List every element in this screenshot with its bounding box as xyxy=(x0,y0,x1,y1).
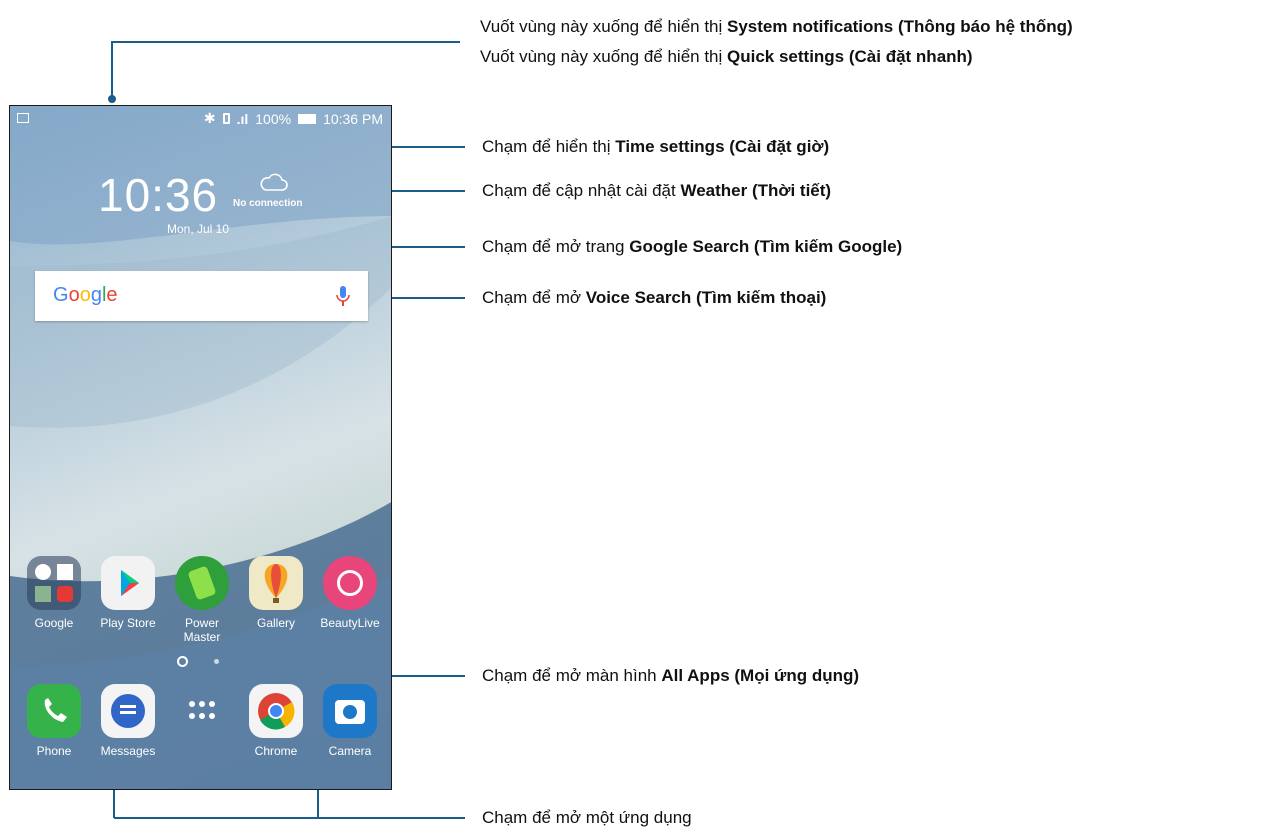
google-folder-icon xyxy=(27,556,81,610)
play-store-icon xyxy=(101,556,155,610)
battery-level: 100% xyxy=(255,110,292,127)
messages-icon xyxy=(101,684,155,738)
google-logo: Google xyxy=(53,284,118,306)
app-beautylive[interactable]: BeautyLive xyxy=(315,556,385,630)
annotation-google-search: Chạm để mở trang Google Search (Tìm kiếm… xyxy=(482,237,903,256)
app-label: Google xyxy=(34,616,74,630)
beautylive-icon xyxy=(323,556,377,610)
status-bar[interactable]: ✱ .ıl 100% 10:36 PM xyxy=(10,106,391,132)
app-power-master[interactable]: Power Master xyxy=(167,556,237,644)
phone-icon xyxy=(27,684,81,738)
power-master-icon xyxy=(175,556,229,610)
annotation-open-app: Chạm để mở một ứng dụng xyxy=(482,808,692,827)
app-label: Messages xyxy=(100,744,156,758)
signal-icon: .ıl xyxy=(236,110,249,127)
annotation-voice-search: Chạm để mở Voice Search (Tìm kiếm thoại) xyxy=(482,288,827,307)
date-label: Mon, Jul 10 xyxy=(167,222,230,236)
app-gallery[interactable]: Gallery xyxy=(241,556,311,630)
weather-status[interactable]: No connection xyxy=(233,198,302,209)
page-dot xyxy=(214,659,219,664)
status-time: 10:36 PM xyxy=(323,110,383,127)
all-apps-icon xyxy=(175,684,229,738)
clock-widget[interactable]: 10:36 xyxy=(98,168,218,222)
app-label: Camera xyxy=(328,744,372,758)
gallery-icon xyxy=(249,556,303,610)
bluetooth-icon: ✱ xyxy=(203,110,216,126)
annotation-quick-settings: Vuốt vùng này xuống để hiển thị Quick se… xyxy=(480,47,973,66)
battery-icon xyxy=(298,113,317,124)
annotation-system-notifications: Vuốt vùng này xuống để hiển thị System n… xyxy=(480,17,1073,36)
camera-icon xyxy=(323,684,377,738)
page-dot-current xyxy=(177,656,188,667)
app-messages[interactable]: Messages xyxy=(93,684,163,758)
app-label: Gallery xyxy=(256,616,295,630)
chrome-icon xyxy=(249,684,303,738)
annotation-time-settings: Chạm để hiển thị Time settings (Cài đặt … xyxy=(482,137,830,156)
app-label: Play Store xyxy=(100,616,156,630)
app-label: Chrome xyxy=(254,744,298,758)
annotation-all-apps: Chạm để mở màn hình All Apps (Mọi ứng dụ… xyxy=(482,666,860,685)
annotation-weather: Chạm để cập nhật cài đặt Weather (Thời t… xyxy=(482,181,832,200)
vibrate-icon xyxy=(222,113,230,124)
app-label: Power Master xyxy=(183,616,221,644)
microphone-icon[interactable] xyxy=(336,285,350,307)
image-notification-icon xyxy=(17,113,29,123)
cloud-icon[interactable] xyxy=(259,171,289,193)
app-google-folder[interactable]: Google xyxy=(19,556,89,630)
app-phone[interactable]: Phone xyxy=(19,684,89,758)
app-camera[interactable]: Camera xyxy=(315,684,385,758)
all-apps-button[interactable] xyxy=(167,684,237,744)
app-label: BeautyLive xyxy=(320,616,380,630)
app-label: Phone xyxy=(36,744,72,758)
google-search-bar[interactable]: Google xyxy=(35,271,368,321)
app-chrome[interactable]: Chrome xyxy=(241,684,311,758)
phone-screen: ✱ .ıl 100% 10:36 PM 10:36 Mon, Jul 10 No… xyxy=(9,105,392,790)
app-play-store[interactable]: Play Store xyxy=(93,556,163,630)
